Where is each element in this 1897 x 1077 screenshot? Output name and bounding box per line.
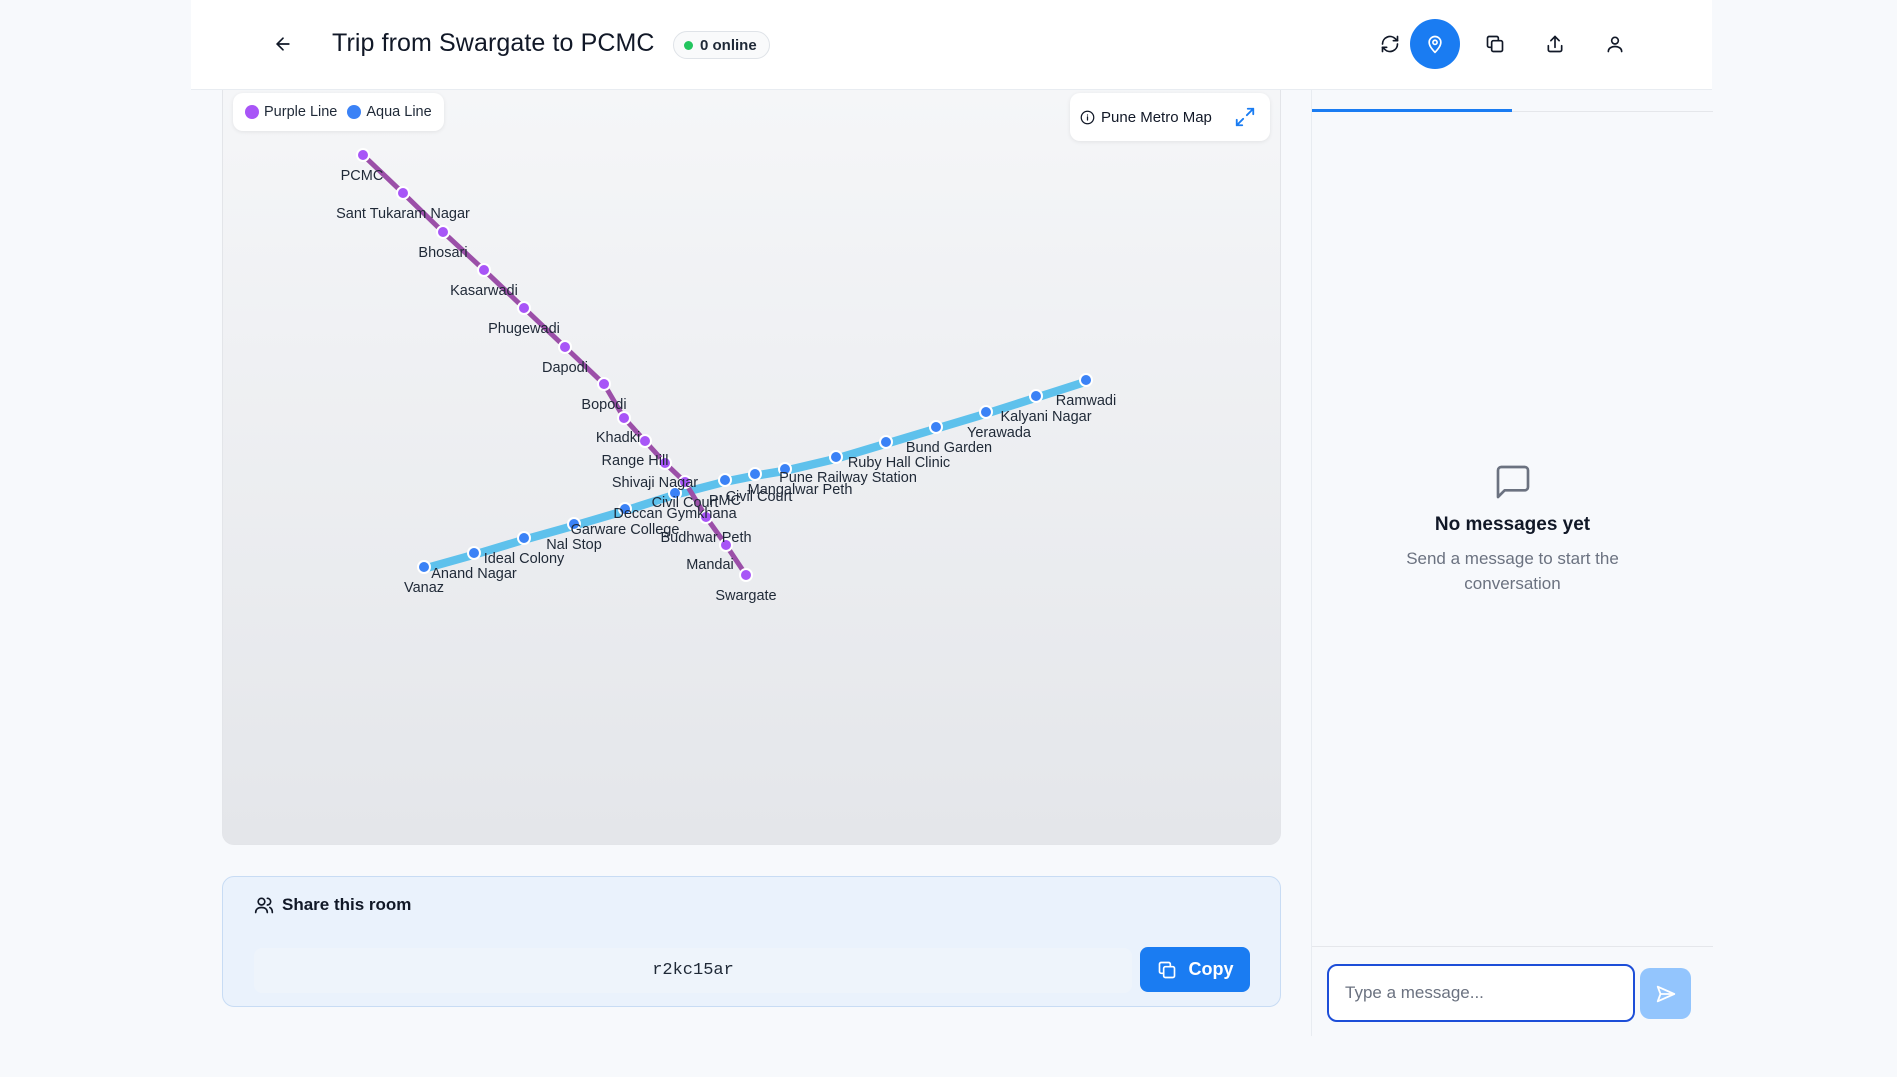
purple-station-kasarwadi (477, 263, 491, 277)
app-root: Trip from Swargate to PCMC 0 online PCMC… (191, 0, 1713, 1077)
copy-icon (1486, 35, 1504, 53)
aqua-label-bund-garden: Bund Garden (906, 440, 992, 456)
location-button[interactable] (1410, 19, 1460, 69)
purple-label-swargate: Swargate (715, 588, 776, 604)
aqua-station-kalyani-nagar (1029, 389, 1043, 403)
chat-panel: No messages yet Send a message to start … (1311, 90, 1713, 1036)
purple-label-dapodi: Dapodi (542, 360, 588, 376)
purple-line-dot-icon (245, 105, 259, 119)
share-room-heading: Share this room (254, 895, 411, 915)
purple-label-khadki: Khadki (596, 430, 640, 446)
share-room-title: Share this room (282, 895, 412, 914)
aqua-station-anand-nagar (467, 546, 481, 560)
aqua-label-ruby-hall-clinic: Ruby Hall Clinic (848, 455, 950, 471)
aqua-station-bund-garden (929, 420, 943, 434)
purple-station-phugewadi (517, 301, 531, 315)
active-tab-indicator (1312, 109, 1512, 112)
purple-station-khadki (617, 411, 631, 425)
legend-item-aqua: Aqua Line (347, 104, 432, 120)
aqua-line-dot-icon (347, 105, 362, 119)
send-icon (1656, 985, 1675, 1002)
empty-chat-subtitle: Send a message to start the conversation (1406, 549, 1619, 593)
aqua-station-ideal-colony (517, 531, 531, 545)
aqua-label-yerawada: Yerawada (967, 425, 1032, 441)
purple-label-sant-tukaram-nagar: Sant Tukaram Nagar (336, 206, 470, 222)
purple-station-swargate (739, 568, 753, 582)
top-header: Trip from Swargate to PCMC 0 online (191, 0, 1712, 90)
online-count: 0 online (700, 36, 757, 54)
purple-label-bhosari: Bhosari (418, 245, 467, 261)
purple-label-mandai: Mandai (686, 557, 734, 573)
purple-station-range-hill (638, 434, 652, 448)
room-code-field[interactable]: r2kc15ar (254, 948, 1132, 993)
aqua-label-anand-nagar: Anand Nagar (431, 566, 517, 582)
empty-chat-title: No messages yet (1434, 514, 1591, 535)
share-room-card: Share this room r2kc15ar Copy (222, 876, 1281, 1007)
aqua-station-vanaz (417, 560, 431, 574)
profile-button[interactable] (1590, 19, 1640, 69)
chat-empty-state: No messages yet Send a message to start … (1312, 462, 1713, 596)
aqua-label-nal-stop: Nal Stop (546, 537, 602, 553)
location-pin-icon (1428, 35, 1442, 54)
refresh-icon (1381, 35, 1399, 53)
online-dot-icon (684, 40, 693, 50)
purple-station-pcmc (356, 148, 370, 162)
refresh-button[interactable] (1365, 19, 1415, 69)
legend-label-purple: Purple Line (264, 104, 338, 120)
purple-label-shivaji-nagar: Shivaji Nagar (612, 475, 698, 491)
message-input[interactable] (1327, 964, 1635, 1022)
purple-label-kasarwadi: Kasarwadi (450, 283, 518, 299)
purple-station-bopodi (597, 377, 611, 391)
metro-map-canvas[interactable]: PCMC Sant Tukaram Nagar Bhosari Kasarwadi Ph… (223, 90, 1281, 845)
aqua-station-yerawada (979, 405, 993, 419)
expand-icon[interactable] (1234, 106, 1256, 128)
aqua-label-garware-college: Garware College (571, 522, 680, 538)
chat-input-divider (1312, 946, 1713, 947)
purple-label-bopodi: Bopodi (581, 397, 626, 413)
aqua-label-pune-railway-station: Pune Railway Station (779, 470, 917, 486)
back-button[interactable] (269, 30, 297, 58)
back-arrow-icon (276, 37, 290, 51)
share-button[interactable] (1530, 19, 1580, 69)
aqua-label-ideal-colony: Ideal Colony (484, 551, 565, 567)
aqua-station-civil-court (748, 467, 762, 481)
purple-label-pcmc: PCMC (341, 168, 384, 184)
aqua-label-ramwadi: Ramwadi (1056, 393, 1116, 409)
send-message-button[interactable] (1640, 968, 1691, 1019)
page-title: Trip from Swargate to PCMC (332, 29, 655, 57)
aqua-station-pune-railway-station (829, 450, 843, 464)
legend-item-purple: Purple Line (245, 104, 337, 120)
message-square-icon (1496, 465, 1529, 499)
aqua-station-ramwadi (1079, 373, 1093, 387)
map-title: Pune Metro Map (1101, 108, 1212, 126)
metro-map-panel[interactable]: PCMC Sant Tukaram Nagar Bhosari Kasarwadi Ph… (222, 90, 1281, 845)
purple-station-sant-tukaram-nagar (396, 186, 410, 200)
purple-label-phugewadi: Phugewadi (488, 321, 560, 337)
copy-icon (1158, 961, 1175, 978)
map-legend: Purple Line Aqua Line (233, 93, 444, 131)
aqua-label-vanaz: Vanaz (404, 580, 444, 596)
copy-button-label: Copy (1188, 959, 1234, 979)
aqua-station-pmc (718, 473, 732, 487)
online-status-badge: 0 online (673, 31, 770, 59)
purple-station-dapodi (558, 340, 572, 354)
share-icon (1547, 35, 1563, 53)
purple-label-range-hill: Range Hill (602, 453, 669, 469)
map-title-box: Pune Metro Map (1070, 93, 1270, 141)
copy-link-button[interactable] (1470, 19, 1520, 69)
user-icon (1607, 36, 1623, 53)
legend-label-aqua: Aqua Line (366, 104, 432, 120)
users-icon (254, 897, 274, 914)
purple-station-bhosari (436, 225, 450, 239)
aqua-label-kalyani-nagar: Kalyani Nagar (1000, 409, 1091, 425)
aqua-station-ruby-hall-clinic (879, 435, 893, 449)
info-icon (1080, 110, 1095, 124)
copy-code-button[interactable]: Copy (1140, 947, 1250, 992)
